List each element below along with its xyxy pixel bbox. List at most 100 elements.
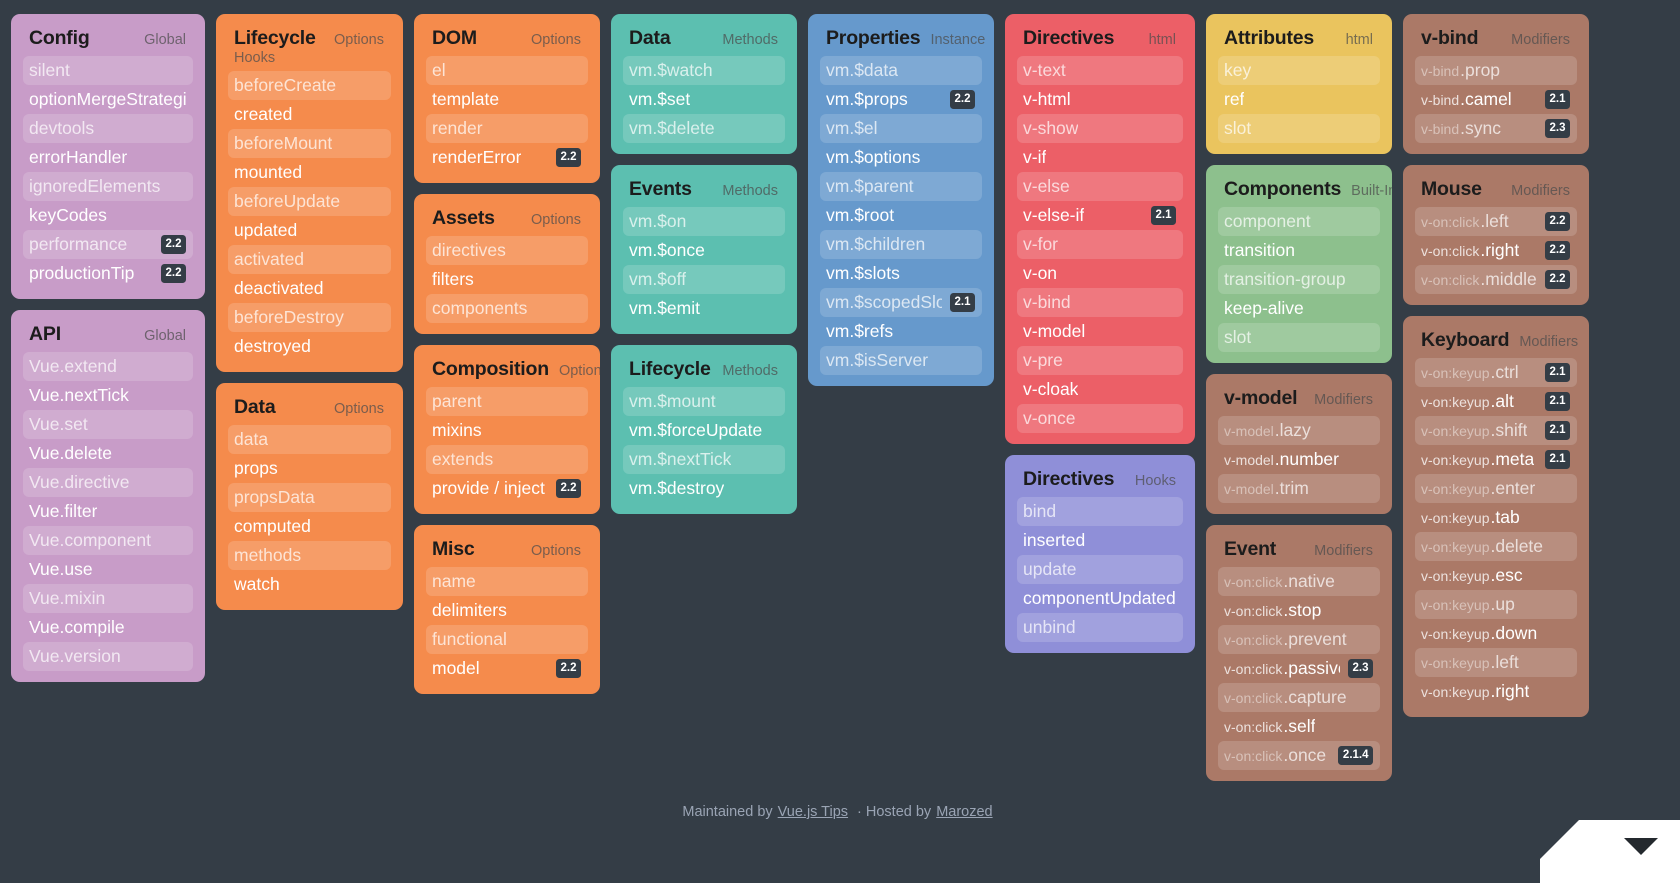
list-item[interactable]: componentUpdated — [1017, 584, 1183, 613]
list-item[interactable]: v-on:keyup.shift 2.1 — [1415, 416, 1577, 445]
list-item[interactable]: devtools — [23, 114, 193, 143]
list-item[interactable]: inserted — [1017, 526, 1183, 555]
list-item[interactable]: v-on:keyup.alt 2.1 — [1415, 387, 1577, 416]
list-item[interactable]: Vue.delete — [23, 439, 193, 468]
list-item[interactable]: v-on:keyup.meta 2.1 — [1415, 445, 1577, 474]
list-item[interactable]: v-for — [1017, 230, 1183, 259]
list-item[interactable]: parent — [426, 387, 588, 416]
list-item[interactable]: vm.$forceUpdate — [623, 416, 785, 445]
list-item[interactable]: renderError 2.2 — [426, 143, 588, 172]
list-item[interactable]: v-html — [1017, 85, 1183, 114]
list-item[interactable]: transition — [1218, 236, 1380, 265]
list-item[interactable]: Vue.compile — [23, 613, 193, 642]
list-item[interactable]: propsData — [228, 482, 391, 512]
list-item[interactable]: v-once — [1017, 404, 1183, 433]
list-item[interactable]: ignoredElements — [23, 172, 193, 201]
list-item[interactable]: vm.$on — [623, 207, 785, 236]
list-item[interactable]: v-on:click.self — [1218, 712, 1380, 741]
footer-host-link[interactable]: Marozed — [936, 804, 992, 820]
list-item[interactable]: v-model — [1017, 317, 1183, 346]
list-item[interactable]: Vue.use — [23, 555, 193, 584]
list-item[interactable]: methods — [228, 540, 391, 570]
list-item[interactable]: slot — [1218, 323, 1380, 352]
list-item[interactable]: performance 2.2 — [23, 230, 193, 259]
list-item[interactable]: v-on:click.right 2.2 — [1415, 236, 1577, 265]
list-item[interactable]: Vue.mixin — [23, 584, 193, 613]
list-item[interactable]: template — [426, 85, 588, 114]
list-item[interactable]: bind — [1017, 497, 1183, 526]
list-item[interactable]: provide / inject 2.2 — [426, 474, 588, 503]
list-item[interactable]: v-cloak — [1017, 375, 1183, 404]
list-item[interactable]: delimiters — [426, 596, 588, 625]
list-item[interactable]: v-else — [1017, 172, 1183, 201]
list-item[interactable]: vm.$children — [820, 230, 982, 259]
list-item[interactable]: ref — [1218, 85, 1380, 114]
list-item[interactable]: v-on:keyup.ctrl 2.1 — [1415, 358, 1577, 387]
list-item[interactable]: v-on:keyup.right — [1415, 677, 1577, 706]
list-item[interactable]: Vue.extend — [23, 352, 193, 381]
list-item[interactable]: mixins — [426, 416, 588, 445]
list-item[interactable]: functional — [426, 625, 588, 654]
list-item[interactable]: vm.$options — [820, 143, 982, 172]
list-item[interactable]: v-bind.camel 2.1 — [1415, 85, 1577, 114]
list-item[interactable]: slot — [1218, 114, 1380, 143]
list-item[interactable]: optionMergeStrategies — [23, 85, 193, 114]
list-item[interactable]: errorHandler — [23, 143, 193, 172]
list-item[interactable]: vm.$el — [820, 114, 982, 143]
list-item[interactable]: keyCodes — [23, 201, 193, 230]
list-item[interactable]: key — [1218, 56, 1380, 85]
list-item[interactable]: vm.$once — [623, 236, 785, 265]
list-item[interactable]: productionTip 2.2 — [23, 259, 193, 288]
list-item[interactable]: v-model.number — [1218, 445, 1380, 474]
footer-maintainer-link[interactable]: Vue.js Tips — [778, 804, 848, 820]
list-item[interactable]: directives — [426, 236, 588, 265]
list-item[interactable]: Vue.component — [23, 526, 193, 555]
list-item[interactable]: vm.$props 2.2 — [820, 85, 982, 114]
list-item[interactable]: v-on:keyup.up — [1415, 590, 1577, 619]
list-item[interactable]: transition-group — [1218, 265, 1380, 294]
list-item[interactable]: v-bind — [1017, 288, 1183, 317]
list-item[interactable]: v-on:click.passive 2.3 — [1218, 654, 1380, 683]
list-item[interactable]: vm.$slots — [820, 259, 982, 288]
list-item[interactable]: mounted — [228, 158, 391, 187]
list-item[interactable]: v-on:click.stop — [1218, 596, 1380, 625]
list-item[interactable]: v-on:keyup.tab — [1415, 503, 1577, 532]
list-item[interactable]: computed — [228, 512, 391, 541]
list-item[interactable]: v-on:click.capture — [1218, 683, 1380, 712]
list-item[interactable]: v-on:click.left 2.2 — [1415, 207, 1577, 236]
list-item[interactable]: Vue.filter — [23, 497, 193, 526]
list-item[interactable]: v-bind.prop — [1415, 56, 1577, 85]
list-item[interactable]: vm.$parent — [820, 172, 982, 201]
list-item[interactable]: deactivated — [228, 274, 391, 303]
list-item[interactable]: v-on:click.native — [1218, 567, 1380, 596]
list-item[interactable]: vm.$mount — [623, 387, 785, 416]
list-item[interactable]: v-pre — [1017, 346, 1183, 375]
list-item[interactable]: vm.$emit — [623, 294, 785, 323]
list-item[interactable]: v-text — [1017, 56, 1183, 85]
list-item[interactable]: extends — [426, 445, 588, 474]
list-item[interactable]: vm.$data — [820, 56, 982, 85]
list-item[interactable]: silent — [23, 56, 193, 85]
list-item[interactable]: data — [228, 424, 391, 454]
list-item[interactable]: vm.$refs — [820, 317, 982, 346]
list-item[interactable]: beforeUpdate — [228, 186, 391, 216]
list-item[interactable]: component — [1218, 207, 1380, 236]
list-item[interactable]: vm.$isServer — [820, 346, 982, 375]
list-item[interactable]: vm.$root — [820, 201, 982, 230]
list-item[interactable]: v-if — [1017, 143, 1183, 172]
list-item[interactable]: v-else-if 2.1 — [1017, 201, 1183, 230]
list-item[interactable]: el — [426, 56, 588, 85]
list-item[interactable]: watch — [228, 570, 391, 599]
list-item[interactable]: update — [1017, 555, 1183, 584]
list-item[interactable]: v-on:keyup.down — [1415, 619, 1577, 648]
list-item[interactable]: vm.$delete — [623, 114, 785, 143]
list-item[interactable]: v-on:click.prevent — [1218, 625, 1380, 654]
list-item[interactable]: unbind — [1017, 613, 1183, 642]
list-item[interactable]: activated — [228, 244, 391, 274]
list-item[interactable]: created — [228, 100, 391, 129]
list-item[interactable]: v-bind.sync 2.3 — [1415, 114, 1577, 143]
list-item[interactable]: beforeDestroy — [228, 302, 391, 332]
list-item[interactable]: vm.$off — [623, 265, 785, 294]
list-item[interactable]: vm.$scopedSlots 2.1 — [820, 288, 982, 317]
list-item[interactable]: vm.$set — [623, 85, 785, 114]
